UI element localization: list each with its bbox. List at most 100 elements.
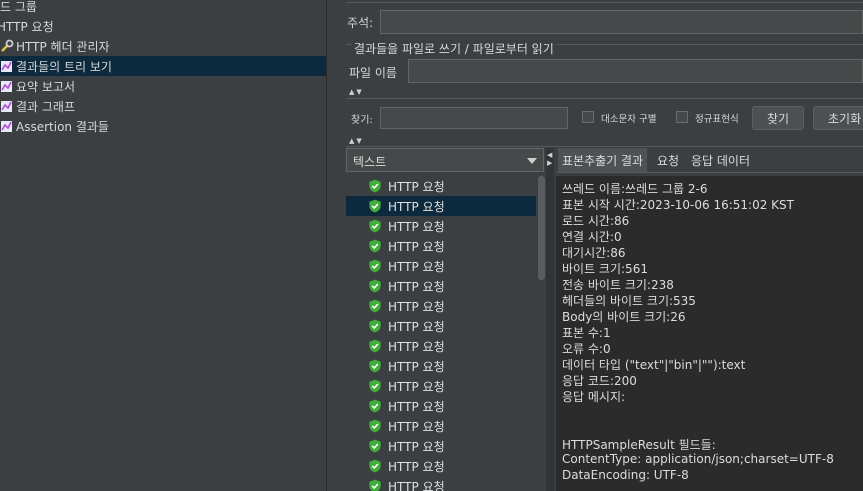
- tab-request[interactable]: 요청: [653, 148, 683, 172]
- success-shield-icon: [369, 179, 381, 193]
- list-item-label: HTTP 요청: [388, 459, 445, 474]
- tree-item-assertion-results[interactable]: Assertion 결과들: [0, 116, 109, 136]
- file-section-legend: 결과들을 파일로 쓰기 / 파일로부터 읽기: [352, 40, 556, 57]
- list-item-label: HTTP 요청: [388, 359, 445, 374]
- regex-checkbox[interactable]: [676, 111, 688, 123]
- detail-line: 데이터 타입 ("text"|"bin"|""):text: [562, 358, 746, 372]
- detail-line: 오류 수:0: [562, 342, 611, 356]
- success-shield-icon: [369, 419, 381, 433]
- find-button[interactable]: 찾기: [752, 106, 804, 130]
- test-plan-tree: 드 그룹 HTTP 요청 HTTP 헤더 관리자 결과들의 트리 보기 요약 보…: [0, 0, 326, 491]
- tab-sampler-result[interactable]: 표본추출기 결과: [558, 148, 648, 172]
- success-shield-icon: [369, 199, 381, 213]
- list-item-label: HTTP 요청: [388, 479, 445, 491]
- list-item[interactable]: HTTP 요청: [346, 356, 536, 376]
- renderer-select[interactable]: 텍스트: [346, 148, 544, 172]
- detail-line: 쓰레드 이름:쓰레드 그룹 2-6: [562, 182, 708, 196]
- top-divider: [346, 2, 863, 3]
- list-item[interactable]: HTTP 요청: [346, 436, 536, 456]
- search-input[interactable]: [380, 107, 568, 129]
- sampler-result-text[interactable]: 쓰레드 이름:쓰레드 그룹 2-6 표본 시작 시간:2023-10-06 16:…: [556, 176, 863, 491]
- list-item-label: HTTP 요청: [388, 199, 445, 214]
- list-item-label: HTTP 요청: [388, 219, 445, 234]
- list-item-label: HTTP 요청: [388, 239, 445, 254]
- detail-line: 로드 시간:86: [562, 214, 630, 228]
- graph-icon: [1, 101, 12, 112]
- success-shield-icon: [369, 259, 381, 273]
- tree-item-thread-group[interactable]: 드 그룹: [0, 0, 37, 16]
- success-shield-icon: [369, 299, 381, 313]
- list-item-label: HTTP 요청: [388, 259, 445, 274]
- tab-underline: [556, 172, 863, 173]
- search-divider: [346, 98, 863, 99]
- list-item-label: HTTP 요청: [388, 279, 445, 294]
- split-handle[interactable]: ◀ ▶: [546, 148, 554, 491]
- list-item[interactable]: HTTP 요청: [346, 256, 536, 276]
- detail-line: 표본 시작 시간:2023-10-06 16:51:02 KST: [562, 198, 794, 212]
- detail-line: 전송 바이트 크기:238: [562, 278, 674, 292]
- tree-item-summary-report[interactable]: 요약 보고서: [0, 76, 75, 96]
- tree-item-header-manager[interactable]: HTTP 헤더 관리자: [0, 36, 110, 56]
- list-item-label: HTTP 요청: [388, 339, 445, 354]
- list-item[interactable]: HTTP 요청: [346, 176, 536, 196]
- list-item-label: HTTP 요청: [388, 299, 445, 314]
- tab-response-data[interactable]: 응답 데이터: [687, 148, 754, 172]
- list-item-label: HTTP 요청: [388, 379, 445, 394]
- success-shield-icon: [369, 479, 381, 491]
- list-item[interactable]: HTTP 요청: [346, 316, 536, 336]
- detail-line: DataEncoding: UTF-8: [562, 468, 689, 482]
- graph-icon: [1, 81, 12, 92]
- success-shield-icon: [369, 379, 381, 393]
- list-item[interactable]: HTTP 요청: [346, 336, 536, 356]
- collapse-arrows-2[interactable]: ▲▼: [349, 137, 364, 145]
- list-item[interactable]: HTTP 요청: [346, 216, 536, 236]
- file-name-label: 파일 이름: [349, 66, 397, 80]
- comment-label: 주석:: [347, 16, 374, 30]
- list-item-label: HTTP 요청: [388, 439, 445, 454]
- tree-item-graph-results[interactable]: 결과 그래프: [0, 96, 75, 116]
- success-shield-icon: [369, 219, 381, 233]
- success-shield-icon: [369, 459, 381, 473]
- detail-line: Body의 바이트 크기:26: [562, 310, 686, 324]
- detail-line: 바이트 크기:561: [562, 262, 648, 276]
- results-list: HTTP 요청 HTTP 요청 HTTP 요청 HTTP 요청 HTTP 요청 HTTP …: [346, 176, 536, 491]
- success-shield-icon: [369, 399, 381, 413]
- success-shield-icon: [369, 359, 381, 373]
- comment-input[interactable]: [380, 10, 863, 34]
- detail-line: 대기시간:86: [562, 246, 626, 260]
- detail-line: 응답 코드:200: [562, 374, 637, 388]
- collapse-arrows[interactable]: ▲▼: [349, 88, 364, 96]
- detail-line: HTTPSampleResult 필드들:: [562, 438, 716, 452]
- list-item[interactable]: HTTP 요청: [346, 276, 536, 296]
- success-shield-icon: [369, 279, 381, 293]
- list-item[interactable]: HTTP 요청: [346, 376, 536, 396]
- case-sensitive-label: 대소문자 구별: [601, 114, 657, 125]
- list-item[interactable]: HTTP 요청: [346, 396, 536, 416]
- success-shield-icon: [369, 239, 381, 253]
- list-item[interactable]: HTTP 요청: [346, 236, 536, 256]
- results-divider: [346, 146, 863, 147]
- detail-line: ContentType: application/json;charset=UT…: [562, 452, 834, 466]
- case-sensitive-checkbox[interactable]: [582, 111, 594, 123]
- list-item-label: HTTP 요청: [388, 319, 445, 334]
- success-shield-icon: [369, 339, 381, 353]
- tree-item-http-request[interactable]: HTTP 요청: [0, 16, 54, 36]
- graph-icon: [1, 61, 12, 72]
- list-item[interactable]: HTTP 요청: [346, 296, 536, 316]
- detail-line: 응답 메시지:: [562, 390, 626, 404]
- list-item[interactable]: HTTP 요청: [346, 456, 536, 476]
- results-list-scrollbar[interactable]: [538, 176, 545, 280]
- reset-button[interactable]: 초기화: [813, 106, 863, 130]
- regex-label: 정규표현식: [695, 114, 739, 125]
- list-item[interactable]: HTTP 요청: [346, 476, 536, 491]
- graph-icon: [1, 121, 12, 132]
- list-item[interactable]: HTTP 요청: [346, 416, 536, 436]
- success-shield-icon: [369, 319, 381, 333]
- detail-line: 표본 수:1: [562, 326, 611, 340]
- list-item-label: HTTP 요청: [388, 419, 445, 434]
- tree-item-view-results-tree[interactable]: 결과들의 트리 보기: [0, 56, 326, 76]
- list-item[interactable]: HTTP 요청: [346, 196, 536, 216]
- success-shield-icon: [369, 439, 381, 453]
- result-tabs: 표본추출기 결과 요청 응답 데이터: [556, 148, 863, 172]
- file-name-input[interactable]: [408, 59, 863, 83]
